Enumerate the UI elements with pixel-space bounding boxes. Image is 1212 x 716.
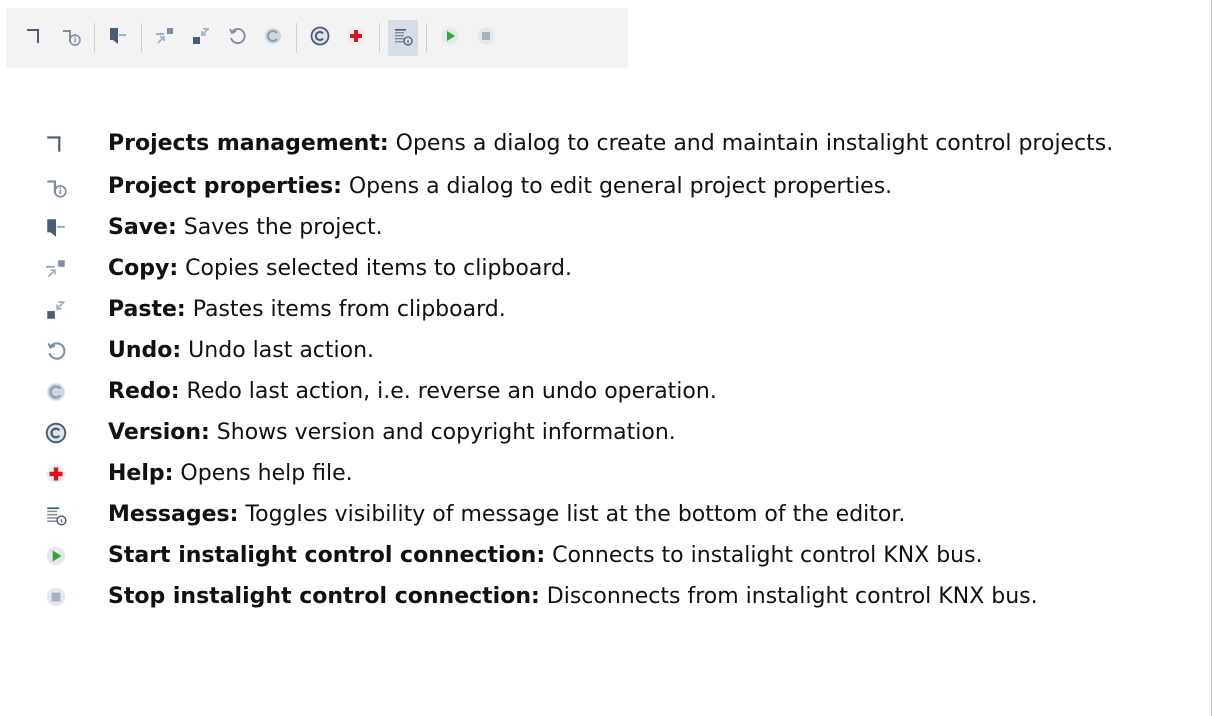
item-term: Help: [108, 461, 174, 486]
list-item-undo: Undo: Undo last action. [44, 335, 1204, 366]
item-text: Toggles visibility of message list at th… [238, 502, 906, 527]
version-icon [44, 421, 68, 445]
save-icon [44, 216, 68, 240]
item-term: Project properties: [108, 174, 342, 199]
toolbar-separator [426, 23, 427, 53]
version-icon [309, 25, 331, 51]
messages-button[interactable] [388, 20, 418, 56]
list-item-start-connection: Start instalight control connection: Con… [44, 540, 1204, 571]
list-item-stop-connection: Stop instalight control connection: Disc… [44, 581, 1204, 612]
list-item-help: Help: Opens help file. [44, 458, 1204, 489]
copy-icon [154, 25, 176, 51]
help-icon [345, 25, 367, 51]
item-text: Copies selected items to clipboard. [178, 256, 572, 281]
toolbar-description-list: Projects management: Opens a dialog to c… [44, 128, 1204, 612]
version-button[interactable] [305, 20, 335, 56]
list-item-paste: Paste: Pastes items from clipboard. [44, 294, 1204, 325]
copy-icon [44, 257, 68, 281]
list-item-version: Version: Shows version and copyright inf… [44, 417, 1204, 448]
undo-icon [226, 25, 248, 51]
item-text: Connects to instalight control KNX bus. [545, 543, 983, 568]
item-text: Opens a dialog to create and maintain in… [388, 131, 1114, 156]
item-text: Shows version and copyright information. [209, 420, 676, 445]
project-properties-button[interactable] [56, 20, 86, 56]
item-term: Stop instalight control connection: [108, 584, 540, 609]
start-connection-icon [439, 25, 461, 51]
toolbar-separator [141, 23, 142, 53]
item-text: Undo last action. [181, 338, 375, 363]
help-button[interactable] [341, 20, 371, 56]
list-item-redo: Redo: Redo last action, i.e. reverse an … [44, 376, 1204, 407]
copy-button[interactable] [150, 20, 180, 56]
item-text: Redo last action, i.e. reverse an undo o… [179, 379, 717, 404]
toolbar [6, 8, 628, 68]
item-term: Paste: [108, 297, 186, 322]
list-item-messages: Messages: Toggles visibility of message … [44, 499, 1204, 530]
item-term: Copy: [108, 256, 179, 281]
redo-button[interactable] [258, 20, 288, 56]
list-item-projects-management: Projects management: Opens a dialog to c… [44, 128, 1204, 159]
item-text: Pastes items from clipboard. [185, 297, 506, 322]
list-item-save: Save: Saves the project. [44, 212, 1204, 243]
messages-icon [44, 503, 68, 527]
list-item-copy: Copy: Copies selected items to clipboard… [44, 253, 1204, 284]
projects-management-icon [44, 132, 68, 156]
start-connection-icon [44, 544, 68, 568]
stop-connection-button[interactable] [471, 20, 501, 56]
item-term: Redo: [108, 379, 180, 404]
undo-icon [44, 339, 68, 363]
item-text: Saves the project. [176, 215, 383, 240]
item-term: Version: [108, 420, 210, 445]
item-term: Save: [108, 215, 177, 240]
item-term: Start instalight control connection: [108, 543, 546, 568]
toolbar-separator [379, 23, 380, 53]
item-term: Undo: [108, 338, 182, 363]
messages-icon [392, 25, 414, 51]
item-term: Projects management: [108, 131, 389, 156]
redo-icon [262, 25, 284, 51]
item-text: Disconnects from instalight control KNX … [539, 584, 1038, 609]
item-term: Messages: [108, 502, 239, 527]
save-button[interactable] [103, 20, 133, 56]
project-properties-icon [60, 25, 82, 51]
project-properties-icon [44, 175, 68, 199]
paste-icon [44, 298, 68, 322]
save-icon [107, 25, 129, 51]
item-text: Opens a dialog to edit general project p… [341, 174, 893, 199]
item-text: Opens help file. [173, 461, 353, 486]
toolbar-separator [94, 23, 95, 53]
help-icon [44, 462, 68, 486]
paste-button[interactable] [186, 20, 216, 56]
stop-connection-icon [44, 585, 68, 609]
undo-button[interactable] [222, 20, 252, 56]
stop-connection-icon [475, 25, 497, 51]
redo-icon [44, 380, 68, 404]
projects-management-button[interactable] [20, 20, 50, 56]
paste-icon [190, 25, 212, 51]
start-connection-button[interactable] [435, 20, 465, 56]
projects-management-icon [24, 25, 46, 51]
list-item-project-properties: Project properties: Opens a dialog to ed… [44, 171, 1204, 202]
toolbar-separator [296, 23, 297, 53]
